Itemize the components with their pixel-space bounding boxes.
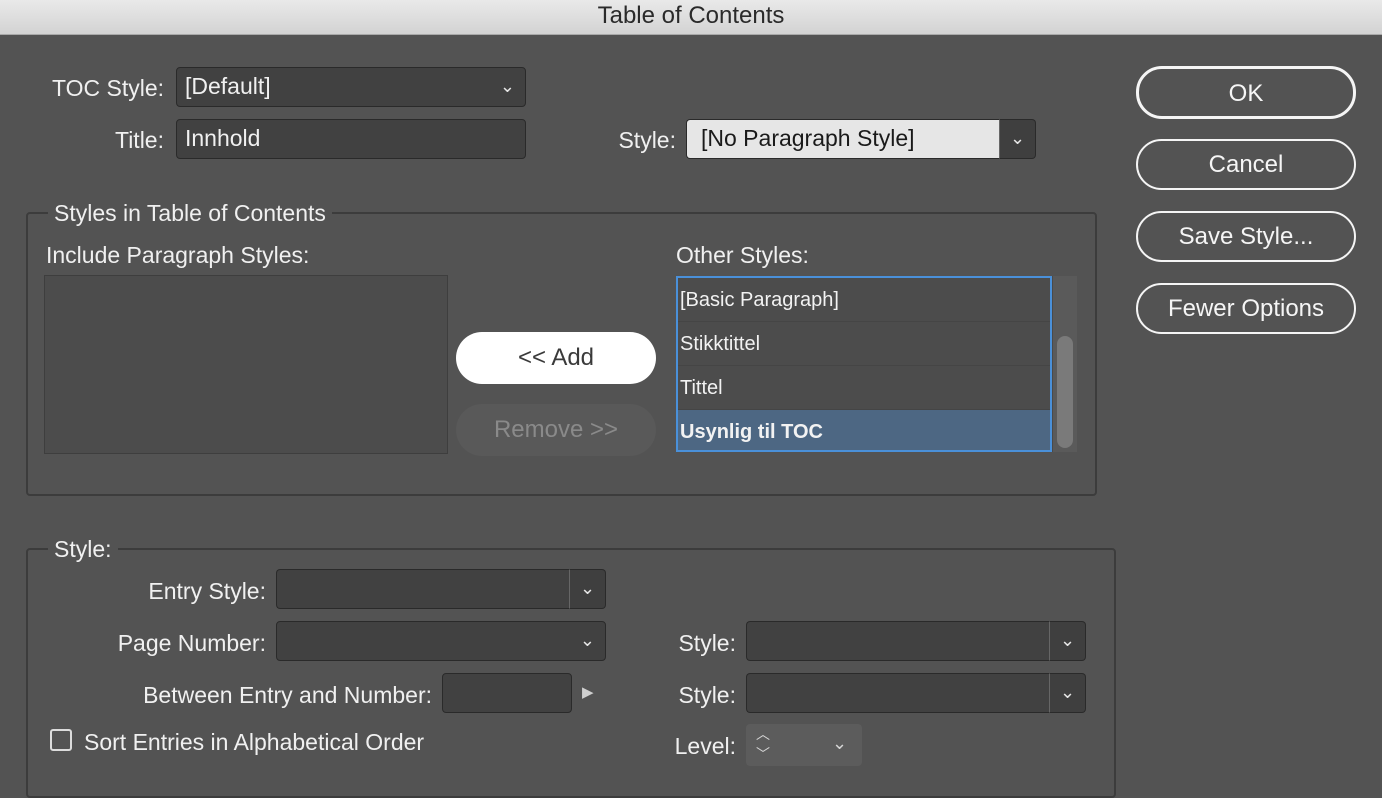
page-number-dropdown[interactable]: ⌄ bbox=[276, 621, 606, 661]
between-entry-label: Between Entry and Number: bbox=[143, 682, 432, 708]
include-styles-list[interactable] bbox=[44, 275, 448, 454]
other-styles-label: Other Styles: bbox=[676, 242, 809, 268]
special-characters-menu-icon[interactable]: ▶ bbox=[582, 681, 594, 705]
style-group-legend: Style: bbox=[48, 535, 118, 563]
add-button[interactable]: << Add bbox=[456, 332, 656, 384]
between-entry-style-dropdown-button[interactable]: ⌄ bbox=[1049, 673, 1086, 713]
title-style-value: [No Paragraph Style] bbox=[701, 125, 915, 151]
title-style-dropdown-button[interactable]: ⌄ bbox=[999, 119, 1036, 159]
between-entry-style-label: Style: bbox=[678, 682, 736, 708]
chevron-down-icon: ⌄ bbox=[499, 76, 515, 96]
toc-style-dropdown[interactable]: [Default] ⌄ bbox=[176, 67, 526, 107]
toc-style-label: TOC Style: bbox=[51, 75, 164, 101]
entry-style-combo[interactable] bbox=[276, 569, 570, 609]
list-item[interactable]: Tittel bbox=[678, 366, 1050, 410]
title-label: Title: bbox=[115, 127, 164, 153]
entry-style-label: Entry Style: bbox=[148, 578, 266, 604]
chevron-down-icon: ⌄ bbox=[1009, 128, 1026, 148]
list-item[interactable]: Stikktittel bbox=[678, 322, 1050, 366]
page-number-style-dropdown-button[interactable]: ⌄ bbox=[1049, 621, 1086, 661]
styles-in-toc-legend: Styles in Table of Contents bbox=[48, 199, 332, 227]
entry-style-dropdown-button[interactable]: ⌄ bbox=[569, 569, 606, 609]
level-dropdown-chevron-icon[interactable]: ⌄ bbox=[832, 728, 847, 758]
chevron-up-icon[interactable]: ︿ bbox=[756, 726, 770, 742]
cancel-button[interactable]: Cancel bbox=[1136, 139, 1356, 190]
window-title: Table of Contents bbox=[0, 0, 1382, 35]
save-style-button[interactable]: Save Style... bbox=[1136, 211, 1356, 262]
title-input[interactable]: Innhold bbox=[176, 119, 526, 159]
other-styles-scrollbar[interactable] bbox=[1052, 276, 1077, 452]
page-number-style-label: Style: bbox=[678, 630, 736, 656]
title-style-combo[interactable]: [No Paragraph Style] bbox=[686, 119, 1000, 159]
chevron-down-icon: ⌄ bbox=[579, 578, 596, 598]
remove-button[interactable]: Remove >> bbox=[456, 404, 656, 456]
chevron-down-icon[interactable]: ﹀ bbox=[756, 746, 770, 762]
title-style-label: Style: bbox=[618, 127, 676, 153]
chevron-down-icon: ⌄ bbox=[1059, 630, 1076, 650]
scrollbar-thumb[interactable] bbox=[1057, 336, 1073, 448]
include-styles-label: Include Paragraph Styles: bbox=[46, 242, 310, 268]
list-item[interactable]: [Basic Paragraph] bbox=[678, 278, 1050, 322]
title-value: Innhold bbox=[185, 125, 261, 151]
ok-button[interactable]: OK bbox=[1136, 66, 1356, 119]
between-entry-input[interactable] bbox=[442, 673, 572, 713]
sort-alphabetical-checkbox[interactable] bbox=[50, 729, 72, 751]
level-label: Level: bbox=[674, 733, 736, 759]
page-number-style-combo[interactable] bbox=[746, 621, 1050, 661]
chevron-down-icon: ⌄ bbox=[579, 630, 595, 650]
toc-style-value: [Default] bbox=[185, 73, 271, 99]
other-styles-list[interactable]: [Basic Paragraph] Stikktittel Tittel Usy… bbox=[676, 276, 1052, 452]
chevron-down-icon: ⌄ bbox=[1059, 682, 1076, 702]
between-entry-style-combo[interactable] bbox=[746, 673, 1050, 713]
page-number-label: Page Number: bbox=[117, 630, 266, 656]
level-stepper[interactable]: ︿ ﹀ ⌄ bbox=[746, 724, 862, 766]
list-item-selected[interactable]: Usynlig til TOC bbox=[678, 410, 1050, 450]
fewer-options-button[interactable]: Fewer Options bbox=[1136, 283, 1356, 334]
sort-alphabetical-label: Sort Entries in Alphabetical Order bbox=[84, 729, 425, 755]
